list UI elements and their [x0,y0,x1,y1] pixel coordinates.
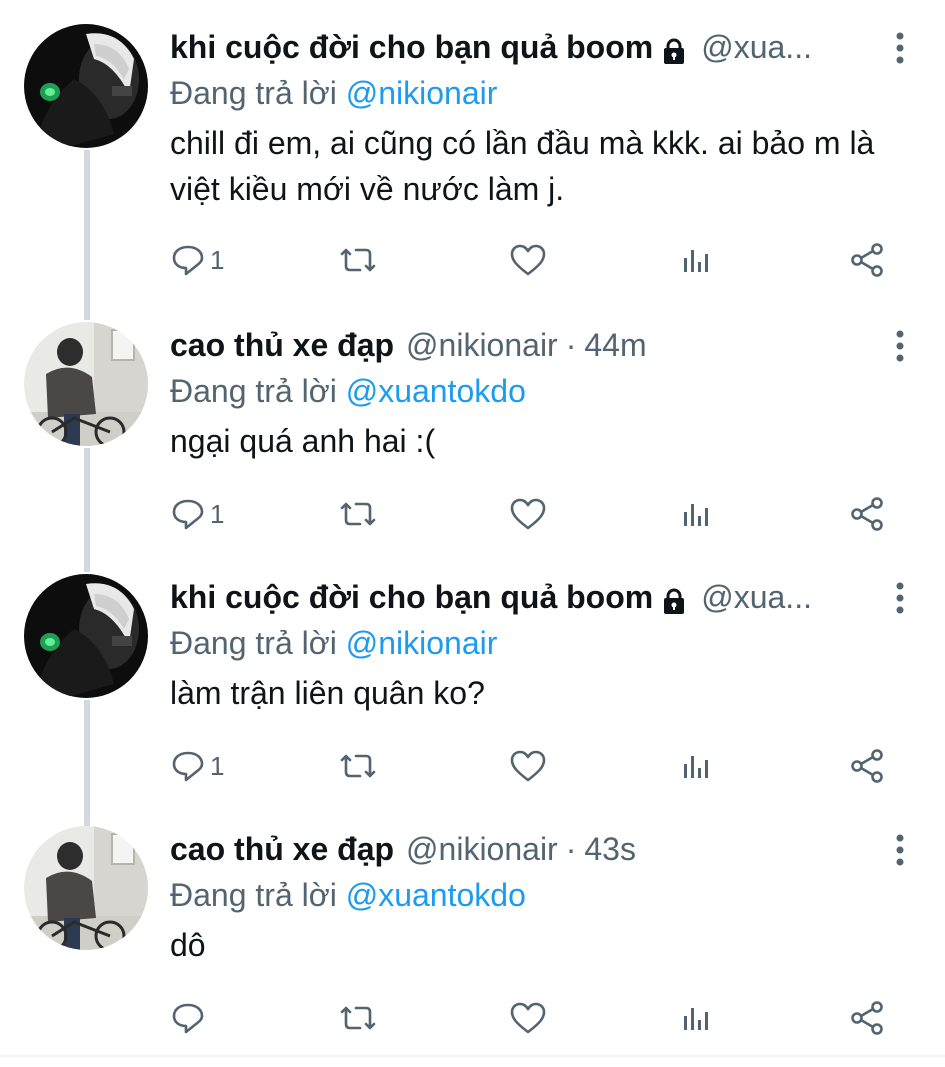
heart-icon [510,750,546,782]
replying-label: Đang trả lời [170,75,337,111]
reply-button[interactable]: 1 [170,238,224,282]
display-name[interactable]: cao thủ xe đạp [170,826,394,872]
reply-count: 1 [210,498,225,529]
action-bar: 1 [170,492,900,536]
reply-count: 1 [210,750,225,781]
like-button[interactable] [508,744,548,788]
tweet-text: ngại quá anh hai :( [170,423,436,459]
like-button[interactable] [508,492,548,536]
reply-icon [172,751,204,782]
share-button[interactable] [848,744,886,788]
display-name[interactable]: khi cuộc đời cho bạn quả boom [170,24,653,70]
action-bar: 1 [170,238,900,282]
lock-icon [659,32,689,64]
tweet-text: làm trận liên quân ko? [170,675,485,711]
analytics-button[interactable] [678,996,714,1040]
mention-link[interactable]: @nikionair [346,625,498,661]
tweet[interactable]: khi cuộc đời cho bạn quả boom @xua... Đa… [0,550,945,802]
share-button[interactable] [848,996,886,1040]
timestamp[interactable]: 43s [584,826,636,872]
retweet-icon [340,502,376,526]
action-bar: 1 [170,744,900,788]
analytics-icon [684,756,708,778]
retweet-icon [340,1006,376,1030]
replying-label: Đang trả lời [170,877,337,913]
reply-button[interactable]: 1 [170,744,224,788]
avatar[interactable] [24,826,148,950]
more-icon[interactable] [885,580,915,616]
avatar[interactable] [24,574,148,698]
avatar[interactable] [24,322,148,446]
time-separator: · [565,831,577,867]
analytics-icon [684,504,708,526]
share-icon [851,1001,883,1035]
reply-button[interactable] [170,996,210,1040]
retweet-button[interactable] [338,492,378,536]
analytics-icon [684,250,708,272]
replying-to: Đang trả lời @xuantokdo [170,872,915,918]
retweet-button[interactable] [338,744,378,788]
replying-label: Đang trả lời [170,625,337,661]
retweet-icon [340,248,376,272]
reply-icon [172,245,204,276]
user-handle[interactable]: @xua... [701,24,812,70]
heart-icon [510,1002,546,1034]
tweet-header: khi cuộc đời cho bạn quả boom @xua... [170,574,915,620]
avatar[interactable] [24,24,148,148]
analytics-button[interactable] [678,492,714,536]
retweet-icon [340,754,376,778]
reply-icon [172,499,204,530]
time-separator: · [565,327,577,363]
reply-icon [172,1003,204,1034]
replying-to: Đang trả lời @nikionair [170,70,915,116]
user-handle[interactable]: @nikionair [406,826,558,872]
reply-count: 1 [210,244,225,275]
share-icon [851,749,883,783]
display-name[interactable]: cao thủ xe đạp [170,322,394,368]
divider [0,1055,945,1057]
action-bar [170,996,900,1040]
mention-link[interactable]: @xuantokdo [346,877,526,913]
reply-button[interactable]: 1 [170,492,224,536]
like-button[interactable] [508,238,548,282]
tweet-header: cao thủ xe đạp @nikionair · 43s [170,826,915,872]
tweet-text: chill đi em, ai cũng có lần đầu mà kkk. … [170,125,875,207]
mention-link[interactable]: @xuantokdo [346,373,526,409]
replying-to: Đang trả lời @xuantokdo [170,368,915,414]
mention-link[interactable]: @nikionair [346,75,498,111]
conversation-thread: khi cuộc đời cho bạn quả boom @xua... Đa… [0,0,945,1067]
retweet-button[interactable] [338,996,378,1040]
like-button[interactable] [508,996,548,1040]
retweet-button[interactable] [338,238,378,282]
share-icon [851,497,883,531]
more-icon[interactable] [885,832,915,868]
tweet-header: khi cuộc đời cho bạn quả boom @xua... [170,24,915,70]
user-handle[interactable]: @xua... [701,574,812,620]
more-icon[interactable] [885,30,915,66]
more-icon[interactable] [885,328,915,364]
share-button[interactable] [848,238,886,282]
replying-label: Đang trả lời [170,373,337,409]
timestamp[interactable]: 44m [584,322,646,368]
tweet-header: cao thủ xe đạp @nikionair · 44m [170,322,915,368]
tweet[interactable]: cao thủ xe đạp @nikionair · 43s Đang trả… [0,802,945,1054]
analytics-button[interactable] [678,744,714,788]
share-button[interactable] [848,492,886,536]
analytics-icon [684,1008,708,1030]
share-icon [851,243,883,277]
tweet[interactable]: khi cuộc đời cho bạn quả boom @xua... Đa… [0,0,945,277]
user-handle[interactable]: @nikionair [406,322,558,368]
lock-icon [659,582,689,614]
heart-icon [510,498,546,530]
heart-icon [510,244,546,276]
display-name[interactable]: khi cuộc đời cho bạn quả boom [170,574,653,620]
replying-to: Đang trả lời @nikionair [170,620,915,666]
tweet[interactable]: cao thủ xe đạp @nikionair · 44m Đang trả… [0,298,945,550]
analytics-button[interactable] [678,238,714,282]
tweet-text: dô [170,927,206,963]
